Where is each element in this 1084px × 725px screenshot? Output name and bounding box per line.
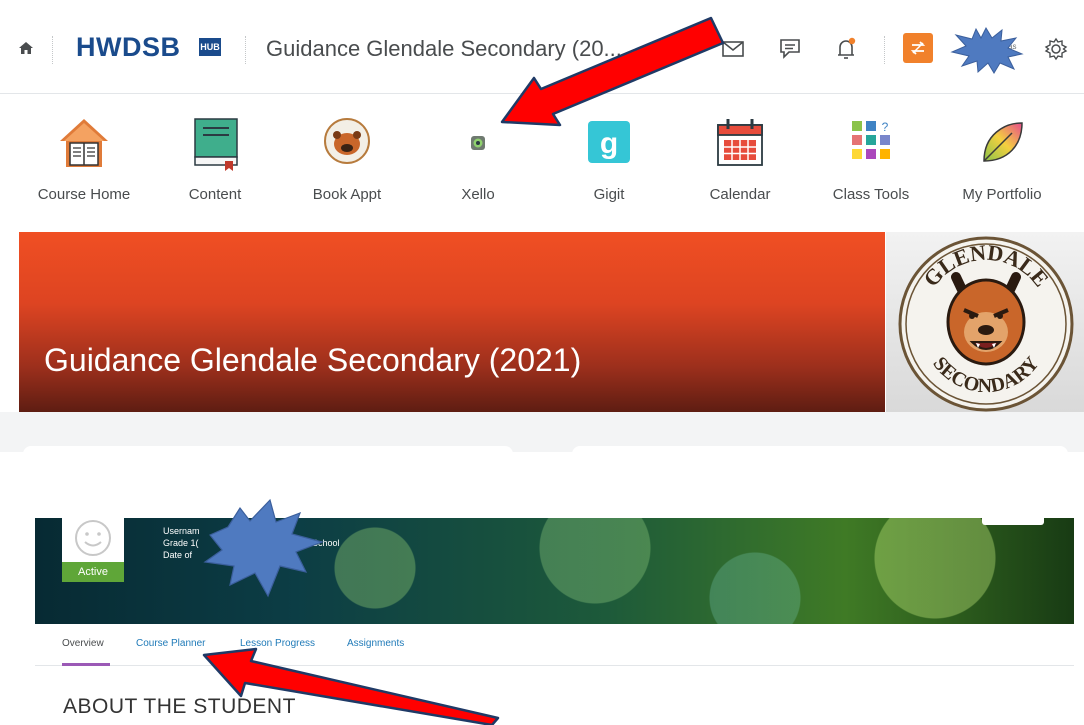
brand-logo[interactable]: HWDSB [76,32,181,63]
nav-label: Content [188,186,242,203]
separator [884,36,885,64]
svg-text:?: ? [882,120,889,134]
banner-title: Guidance Glendale Secondary (2021) [44,342,582,378]
leaf-icon [983,122,1023,162]
nav-label: Gigit [593,186,625,203]
active-tab-indicator [62,663,110,666]
tools-grid-icon: ? [852,120,890,159]
tab-overview[interactable]: Overview [62,638,104,649]
screenshot-composite: HWDSB HUB Guidance Glendale Secondary (2… [0,0,1084,725]
tab-course-planner[interactable]: Course Planner [136,638,205,649]
separator [245,36,246,64]
student-profile-header: Active Usernam Grade 1( ary School Date … [35,518,1074,624]
gigit-icon: g [588,121,630,163]
tab-assignments[interactable]: Assignments [347,638,404,649]
nav-book-appt[interactable]: Book Appt [282,115,412,215]
nav-label: My Portfolio [962,186,1042,203]
nav-class-tools[interactable]: ? Class Tools [806,115,936,215]
svg-text:g: g [600,127,618,160]
hub-badge: HUB [199,38,221,56]
nav-gigit[interactable]: g Gigit [544,115,674,215]
tab-lesson-progress[interactable]: Lesson Progress [240,638,315,649]
course-selector[interactable]: Guidance Glendale Secondary (20... [266,36,622,62]
nav-label: Book Appt [312,186,382,203]
calendar-icon [717,119,763,166]
role-switch-icon [910,41,926,55]
nav-label: Calendar [709,186,771,203]
widget-card [572,446,1068,460]
status-badge: Active [62,562,124,582]
nav-label: Course Home [37,186,131,203]
grade-text: Grade 1( [163,538,199,548]
nav-xello[interactable]: Xello [413,115,543,215]
nav-calendar[interactable]: Calendar [675,115,805,215]
nav-label: Class Tools [832,186,910,203]
header-action-tab[interactable] [982,518,1044,525]
user-menu-redaction-icon[interactable] [948,26,1024,74]
message-alerts-icon[interactable] [777,36,803,62]
role-switch-button[interactable] [903,33,933,63]
xello-icon [471,136,485,150]
username-text: Usernam [163,526,200,536]
home-icon[interactable] [18,40,34,56]
nav-my-portfolio[interactable]: My Portfolio [937,115,1067,215]
banner-logo-panel: GLENDALE SECONDARY [886,232,1084,412]
notifications-bell-icon[interactable] [833,36,859,62]
widget-card [23,446,513,460]
bear-logo-icon [324,118,370,164]
separator [52,36,53,64]
house-book-icon [60,119,108,167]
section-heading: ABOUT THE STUDENT [63,695,296,718]
glendale-bear-logo-icon: GLENDALE SECONDARY [898,236,1074,412]
nav-label: Xello [461,186,495,203]
profile-tabs: Overview Course Planner Lesson Progress … [35,628,1074,666]
nav-content[interactable]: Content [150,115,280,215]
date-of-birth-text: Date of [163,550,193,560]
gear-icon[interactable] [1043,36,1069,62]
top-bar: HWDSB HUB Guidance Glendale Secondary (2… [0,0,1084,94]
school-text: ary School [297,538,340,548]
smiley-face-icon [75,520,111,556]
nav-course-home[interactable]: Course Home [19,115,149,215]
book-icon [194,118,238,171]
mail-icon[interactable] [720,36,746,62]
course-banner: Guidance Glendale Secondary (2021) [19,232,885,412]
course-navbar: Course Home Content Book Appt Xello g Gi… [0,95,1084,225]
